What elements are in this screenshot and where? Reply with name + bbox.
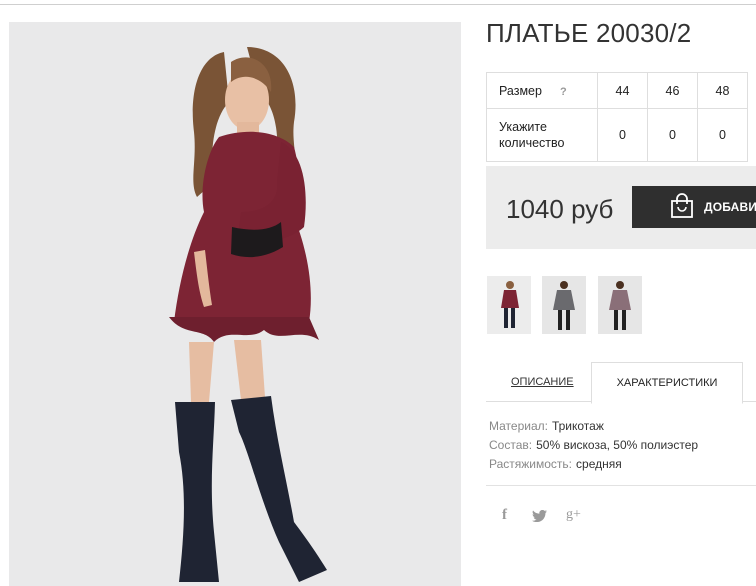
specs-list: Материал: Трикотаж Состав: 50% вискоза, 50… — [489, 417, 698, 474]
spec-value: 50% вискоза, 50% полиэстер — [536, 438, 699, 452]
help-icon[interactable]: ? — [560, 86, 567, 98]
spec-key: Состав: — [489, 438, 533, 452]
social-divider — [486, 485, 756, 486]
size-48: 48 — [697, 72, 748, 109]
quantity-label-cell: Укажите количество — [486, 108, 598, 162]
spec-row-composition: Состав: 50% вискоза, 50% полиэстер — [489, 436, 698, 455]
spec-value: средняя — [576, 457, 622, 471]
tab-description[interactable]: ОПИСАНИЕ — [511, 376, 574, 388]
spec-key: Материал: — [489, 419, 548, 433]
top-divider — [0, 4, 756, 5]
size-quantity-table: Размер? 44 46 48 Укажите количество 0 0 … — [486, 72, 748, 162]
product-title: ПЛАТЬЕ 20030/2 — [486, 18, 692, 48]
thumbnail-grey[interactable] — [542, 276, 586, 334]
quantity-input-44[interactable]: 0 — [597, 108, 648, 162]
size-row: Размер? 44 46 48 — [486, 72, 748, 109]
spec-row-stretch: Растяжимость: средняя — [489, 455, 698, 474]
facebook-icon[interactable]: f — [502, 507, 507, 524]
add-to-cart-label: ДОБАВИТЬ — [704, 200, 756, 214]
size-label: Размер — [499, 83, 542, 98]
quantity-input-46[interactable]: 0 — [647, 108, 698, 162]
quantity-input-48[interactable]: 0 — [697, 108, 748, 162]
quantity-row: Укажите количество 0 0 0 — [486, 108, 748, 162]
size-label-cell: Размер? — [486, 72, 598, 109]
add-to-cart-button[interactable]: ДОБАВИТЬ — [632, 186, 756, 228]
price-box: 1040 руб ДОБАВИТЬ — [486, 166, 756, 249]
thumbnail-mauve[interactable] — [598, 276, 642, 334]
spec-row-material: Материал: Трикотаж — [489, 417, 698, 436]
spec-value: Трикотаж — [551, 419, 604, 433]
shopping-bag-icon — [670, 193, 694, 224]
size-46: 46 — [647, 72, 698, 109]
twitter-icon[interactable] — [532, 509, 547, 527]
price: 1040 руб — [506, 194, 614, 224]
size-44: 44 — [597, 72, 648, 109]
spec-key: Растяжимость: — [489, 457, 573, 471]
thumbnail-burgundy[interactable] — [487, 276, 531, 334]
google-plus-icon[interactable]: g+ — [566, 507, 581, 523]
tab-characteristics[interactable]: ХАРАКТЕРИСТИКИ — [591, 362, 743, 404]
quantity-label: Укажите количество — [499, 120, 565, 150]
product-main-photo — [9, 22, 461, 586]
